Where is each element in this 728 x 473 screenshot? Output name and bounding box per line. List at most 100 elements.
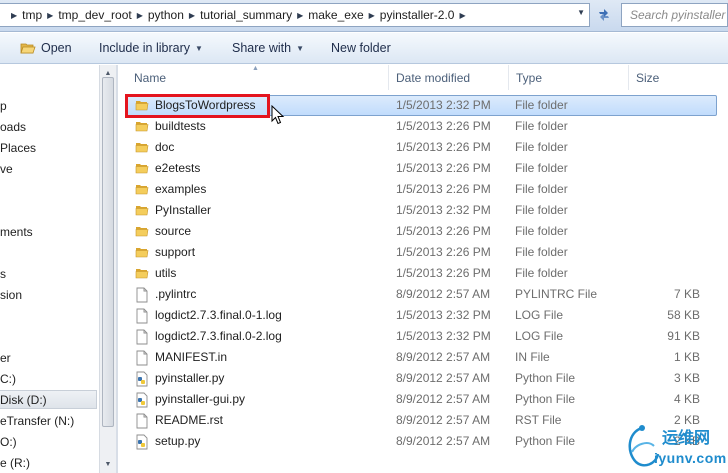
folder-icon [135,98,149,112]
nav-item[interactable]: Places [0,141,36,155]
breadcrumb-separator-icon[interactable]: ▶ [292,11,308,20]
file-size: 4 KB [673,392,700,406]
column-header-size[interactable]: Size [629,65,728,90]
file-row[interactable]: utils 1/5/2013 2:26 PM File folder [118,263,728,284]
folder-icon [135,224,149,238]
open-label: Open [41,41,72,55]
file-date-modified: 1/5/2013 2:26 PM [396,119,491,133]
refresh-button[interactable] [592,3,616,27]
column-header-date-modified[interactable]: Date modified [389,65,509,90]
file-name: .pylintrc [155,287,197,301]
breadcrumb-separator-icon[interactable]: ▶ [364,11,380,20]
file-date-modified: 1/5/2013 2:32 PM [396,98,491,112]
file-type: File folder [515,245,568,259]
python-icon [135,434,149,450]
breadcrumb-separator-icon[interactable]: ▶ [454,11,470,20]
breadcrumb-item[interactable]: tmp_dev_root [58,8,131,22]
file-name: pyinstaller-gui.py [155,392,246,406]
file-date-modified: 1/5/2013 2:26 PM [396,245,491,259]
breadcrumb-item[interactable]: pyinstaller-2.0 [380,8,455,22]
scroll-down-icon[interactable]: ▼ [100,456,116,473]
file-type: LOG File [515,329,564,343]
navigation-pane: p oads Places ve ments s sion er C:) Disk (D:) eT… [0,65,99,473]
nav-item[interactable]: C:) [0,372,16,386]
file-row[interactable]: pyinstaller-gui.py 8/9/2012 2:57 AM Python… [118,389,728,410]
file-type: File folder [515,182,568,196]
file-row[interactable]: MANIFEST.in 8/9/2012 2:57 AM IN File 1 KB [118,347,728,368]
file-type: File folder [515,266,568,280]
document-icon [135,287,149,303]
folder-icon [135,140,149,154]
breadcrumb-item[interactable]: python [148,8,184,22]
nav-item[interactable]: ments [0,225,33,239]
file-row[interactable]: source 1/5/2013 2:26 PM File folder [118,221,728,242]
folder-icon [135,266,149,280]
column-header-type[interactable]: Type [509,65,629,90]
file-row[interactable]: PyInstaller 1/5/2013 2:32 PM File folder [118,200,728,221]
file-type: File folder [515,224,568,238]
navigation-scrollbar[interactable]: ▲ ▼ [99,65,116,473]
file-type: File folder [515,161,568,175]
file-row[interactable]: doc 1/5/2013 2:26 PM File folder [118,137,728,158]
nav-item[interactable]: e (R:) [0,456,30,470]
nav-item[interactable]: eTransfer (N:) [0,414,74,428]
file-type: Python File [515,392,576,406]
share-with-button[interactable]: Share with ▼ [232,33,304,64]
breadcrumb-item[interactable]: make_exe [308,8,363,22]
file-row[interactable]: e2etests 1/5/2013 2:26 PM File folder [118,158,728,179]
new-folder-button[interactable]: New folder [331,33,391,64]
file-row[interactable]: examples 1/5/2013 2:26 PM File folder [118,179,728,200]
file-date-modified: 8/9/2012 2:57 AM [396,434,491,448]
file-row[interactable]: logdict2.7.3.final.0-1.log 1/5/2013 2:32 … [118,305,728,326]
file-list: ▲ Name Date modified Type Size BlogsToWo… [118,65,728,473]
breadcrumb-separator-icon[interactable]: ▶ [132,11,148,20]
file-type: File folder [515,203,568,217]
file-row[interactable]: support 1/5/2013 2:26 PM File folder [118,242,728,263]
breadcrumb-item[interactable]: tutorial_summary [200,8,292,22]
breadcrumb[interactable]: ▶ tmp ▶ tmp_dev_root ▶ python ▶ tutorial_summa… [0,3,590,27]
file-type: File folder [515,140,568,154]
chevron-down-icon: ▼ [195,43,203,53]
file-row[interactable]: buildtests 1/5/2013 2:26 PM File folder [118,116,728,137]
file-row[interactable]: pyinstaller.py 8/9/2012 2:57 AM Python Fil… [118,368,728,389]
file-row[interactable]: logdict2.7.3.final.0-2.log 1/5/2013 2:32 … [118,326,728,347]
breadcrumb-item[interactable]: tmp [22,8,42,22]
include-label: Include in library [99,41,191,55]
scrollbar-thumb[interactable] [102,77,114,427]
breadcrumb-separator-icon[interactable]: ▶ [6,11,22,20]
breadcrumb-separator-icon[interactable]: ▶ [184,11,200,20]
file-date-modified: 8/9/2012 2:57 AM [396,392,491,406]
file-size: 7 KB [673,287,700,301]
file-date-modified: 8/9/2012 2:57 AM [396,413,491,427]
document-icon [135,413,149,429]
chevron-down-icon: ▼ [296,43,304,53]
file-row[interactable]: BlogsToWordpress 1/5/2013 2:32 PM File fol… [118,95,728,116]
file-row[interactable]: .pylintrc 8/9/2012 2:57 AM PYLINTRC File 7 … [118,284,728,305]
new-folder-label: New folder [331,41,391,55]
refresh-icon [599,9,609,21]
nav-item[interactable]: O:) [0,435,17,449]
include-in-library-button[interactable]: Include in library ▼ [99,33,203,64]
nav-item[interactable]: oads [0,120,26,134]
file-type: File folder [515,98,568,112]
breadcrumb-separator-icon[interactable]: ▶ [42,11,58,20]
file-type: IN File [515,350,550,364]
file-size: 58 KB [667,308,700,322]
file-name: PyInstaller [155,203,212,217]
nav-item[interactable]: sion [0,288,22,302]
nav-item[interactable]: Disk (D:) [0,390,97,409]
open-button[interactable]: Open [20,33,72,64]
nav-item[interactable]: er [0,351,11,365]
file-date-modified: 1/5/2013 2:32 PM [396,329,491,343]
python-icon [135,371,149,387]
history-dropdown-icon[interactable]: ▼ [577,8,585,17]
nav-item[interactable]: ve [0,162,13,176]
nav-item[interactable]: p [0,99,7,113]
search-input[interactable]: Search pyinstaller [621,3,728,27]
file-date-modified: 1/5/2013 2:32 PM [396,203,491,217]
watermark-logo: 运维网 iyunv.com [620,420,728,473]
file-name: buildtests [155,119,206,133]
folder-icon [135,245,149,259]
column-header-name[interactable]: Name [127,65,389,90]
nav-item[interactable]: s [0,267,6,281]
